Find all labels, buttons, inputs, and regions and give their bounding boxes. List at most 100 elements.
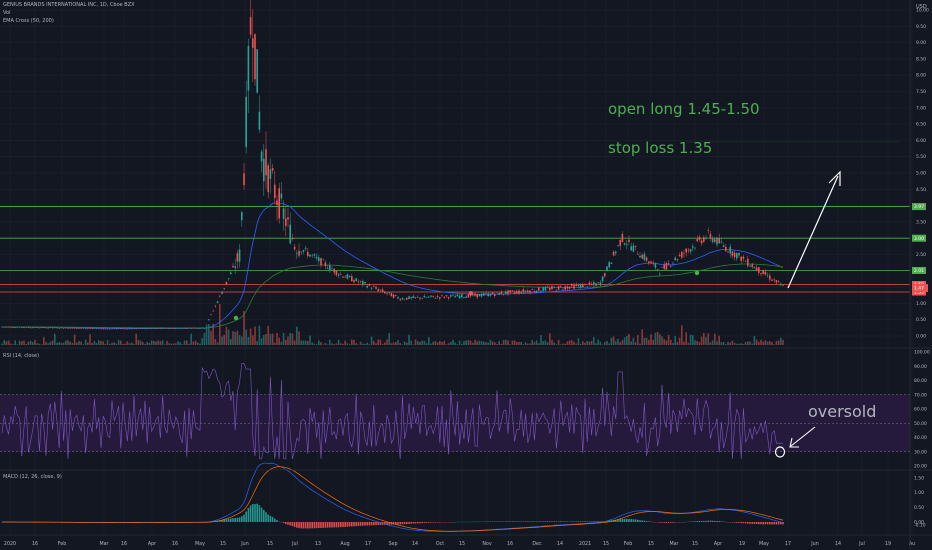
candle-body: [175, 328, 177, 329]
candle-body: [410, 297, 412, 299]
volume-bar: [326, 344, 329, 345]
macd-hist-bar: [227, 518, 230, 522]
volume-bar: [436, 342, 439, 345]
candle-body: [742, 256, 745, 259]
candle-body: [626, 244, 628, 246]
x-axis-tick-label: 19: [739, 541, 745, 547]
candle-body: [274, 184, 276, 198]
stop-loss-annotation[interactable]: stop loss 1.35: [608, 139, 712, 157]
macd-label: MACD (12, 26, close, 9): [3, 474, 62, 480]
candle-body: [313, 254, 316, 256]
candle-body: [397, 297, 399, 299]
volume-bar: [49, 341, 52, 345]
macd-hist-bar: [364, 522, 366, 526]
candle-body: [683, 253, 685, 254]
candle-body: [203, 328, 206, 329]
volume-bar: [280, 341, 283, 345]
volume-bar: [238, 335, 241, 345]
volume-bar: [533, 342, 536, 345]
macd-hist-bar: [428, 522, 430, 523]
candle-body: [65, 327, 67, 329]
candle-body: [172, 328, 175, 329]
macd-hist-bar: [276, 520, 278, 522]
candle-body: [3, 326, 5, 328]
volume-bar: [630, 341, 632, 345]
macd-hist-bar: [421, 522, 423, 524]
volume-bar: [16, 344, 19, 345]
macd-hist-bar: [516, 521, 518, 522]
volume-bar: [104, 343, 107, 345]
price-tick-label: 1.00: [916, 301, 926, 307]
macd-hist-bar: [700, 520, 703, 522]
volume-bar: [23, 340, 25, 345]
macd-hist-bar: [296, 522, 298, 528]
volume-bar: [355, 343, 357, 345]
macd-hist-bar: [271, 517, 274, 522]
volume-bar: [190, 333, 192, 345]
candle-body: [146, 328, 148, 330]
volume-bar: [337, 339, 340, 345]
candle-body: [249, 17, 252, 35]
rsi-tick-label: 90.00: [914, 364, 927, 370]
candle-body: [285, 218, 287, 226]
candle-body: [432, 295, 434, 297]
macd-hist-bar: [412, 522, 415, 524]
volume-bar: [500, 343, 503, 345]
candle-body: [21, 327, 23, 328]
candle-body: [733, 252, 736, 258]
chart-canvas[interactable]: 2020 16 Feb Mar 16 Apr 16 May 15 Jun 15 Jul 13 Aug 17 S…: [0, 0, 932, 550]
x-axis-tick-label: 15: [692, 541, 698, 547]
macd-hist-bar: [753, 522, 756, 524]
candle-body: [197, 328, 199, 329]
volume-bar: [588, 341, 591, 345]
volume-bar: [678, 337, 681, 345]
volume-bar: [573, 341, 575, 345]
volume-bar: [403, 341, 406, 345]
volume-bar: [423, 340, 426, 345]
candle-body: [230, 272, 232, 275]
volume-bar: [623, 337, 626, 345]
volume-bar: [100, 340, 102, 345]
volume-bar: [38, 343, 41, 345]
macd-hist-bar: [243, 514, 245, 522]
macd-hist-bar: [749, 522, 751, 524]
volume-bar: [608, 343, 610, 345]
open-long-annotation[interactable]: open long 1.45-1.50: [608, 100, 760, 118]
candle-body: [654, 263, 657, 268]
volume-bar: [474, 339, 476, 345]
candle-body: [333, 268, 335, 273]
candle-body: [302, 250, 305, 252]
volume-bar: [109, 343, 111, 345]
volume-bar: [639, 343, 641, 345]
candle-body: [190, 328, 192, 329]
volume-bar: [269, 333, 272, 345]
volume-bar: [29, 340, 32, 345]
macd-hist-bar: [417, 522, 419, 524]
candle-body: [384, 291, 386, 294]
volume-bar: [225, 326, 228, 345]
macd-hist-bar: [274, 518, 276, 522]
candle-body: [430, 295, 432, 297]
volume-bar: [315, 344, 318, 345]
volume-bar: [232, 331, 234, 345]
volume-bar: [494, 342, 496, 345]
candle-body: [648, 261, 650, 263]
volume-bar: [672, 343, 674, 345]
macd-hist-bar: [263, 509, 265, 522]
volume-bar: [221, 336, 223, 345]
macd-hist-bar: [751, 522, 753, 524]
macd-hist-bar: [740, 522, 742, 524]
oversold-annotation[interactable]: oversold: [808, 402, 876, 421]
candle-body: [106, 328, 109, 330]
volume-bar: [267, 325, 269, 345]
candle-body: [582, 284, 584, 288]
volume-bar: [296, 326, 298, 345]
candle-body: [520, 291, 522, 293]
volume-bar: [252, 335, 254, 345]
macd-hist-bar: [357, 522, 360, 527]
candle-body: [71, 327, 74, 329]
macd-hist-bar: [626, 518, 628, 522]
volume-bar: [223, 335, 225, 345]
macd-hist-bar: [659, 522, 661, 523]
volume-bar: [619, 342, 621, 345]
